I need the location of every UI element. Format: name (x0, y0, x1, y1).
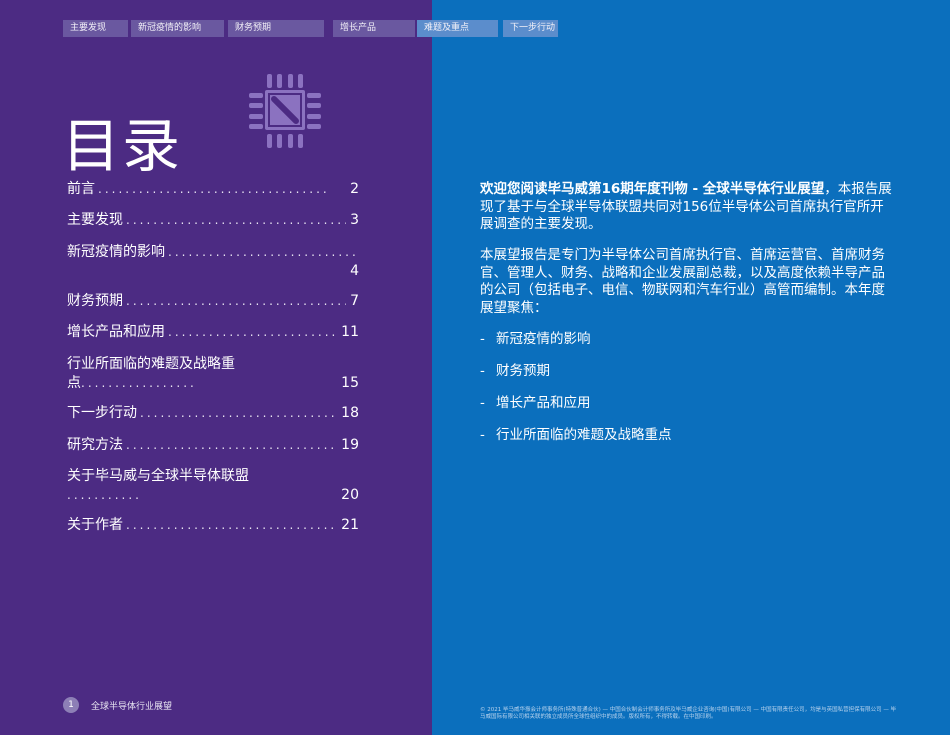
tab-financial-outlook[interactable]: 财务预期 (228, 20, 324, 37)
tab-growth-products[interactable]: 增长产品 (333, 20, 415, 37)
tab-challenges[interactable]: 难题及重点 (417, 20, 498, 37)
scope-paragraph: 本展望报告是专门为半导体公司首席执行官、首席运营官、首席财务官、管理人、财务、战… (480, 247, 885, 316)
toc-page: 7 (350, 293, 359, 309)
page-footer: 1 全球半导体行业展望 (63, 697, 172, 713)
toc-label: 关于作者 (67, 517, 123, 533)
list-item: - 新冠疫情的影响 (480, 331, 591, 347)
toc-label: 财务预期 (67, 293, 123, 309)
toc-item-challenges[interactable]: 行业所面临的难题及战略重 点................. 15 (67, 355, 359, 393)
toc-label: 新冠疫情的影响 (67, 244, 165, 260)
toc-page: 20 (341, 487, 359, 503)
toc-item-next-steps[interactable]: 下一步行动..................................1… (67, 404, 359, 423)
toc-item-covid-impact[interactable]: 新冠疫情的影响.................................… (67, 243, 359, 281)
tab-next-steps[interactable]: 下一步行动 (503, 20, 558, 37)
page-number-badge: 1 (63, 697, 79, 713)
toc-page: 4 (350, 263, 359, 279)
toc-label-cont: 点 (67, 375, 81, 391)
toc-item-growth-products[interactable]: 增长产品和应用.................................… (67, 323, 359, 342)
toc-page: 2 (350, 181, 359, 197)
toc-label: 增长产品和应用 (67, 324, 165, 340)
chip-icon (249, 74, 321, 148)
list-item: - 财务预期 (480, 363, 550, 379)
toc-label: 研究方法 (67, 437, 123, 453)
toc-page: 3 (350, 212, 359, 228)
toc-item-key-findings[interactable]: 主要发现.................................. 3 (67, 211, 359, 230)
legal-notice: © 2021 毕马威华振会计师事务所(特殊普通合伙) — 中国合伙制会计师事务所… (480, 707, 897, 720)
list-item: - 行业所面临的难题及战略重点 (480, 427, 672, 443)
toc-label: 前言 (67, 181, 95, 197)
toc-label: 主要发现 (67, 212, 123, 228)
toc-label: 关于毕马威与全球半导体联盟 (67, 468, 249, 484)
tab-key-findings[interactable]: 主要发现 (63, 20, 128, 37)
toc-item-foreword[interactable]: 前言.................................. 2 (67, 180, 359, 199)
toc-page: 19 (341, 437, 359, 453)
list-item: - 增长产品和应用 (480, 395, 591, 411)
toc-item-about-kpmg-gsa[interactable]: 关于毕马威与全球半导体联盟 ........... 20 (67, 467, 359, 505)
toc-page: 21 (341, 517, 359, 533)
page-title: 目录 (62, 111, 183, 180)
toc-page: 11 (341, 324, 359, 340)
toc-page: 18 (341, 405, 359, 421)
intro-bold: 欢迎您阅读毕马威第16期年度刊物 - 全球半导体行业展望 (480, 181, 825, 197)
toc-label: 下一步行动 (67, 405, 137, 421)
toc-item-about-authors[interactable]: 关于作者.................................. 21 (67, 516, 359, 535)
publication-name: 全球半导体行业展望 (91, 701, 173, 712)
toc-label: 行业所面临的难题及战略重 (67, 356, 235, 372)
toc-item-financial-outlook[interactable]: 财务预期.................................. 7 (67, 292, 359, 311)
toc-item-methodology[interactable]: 研究方法.................................. 19 (67, 436, 359, 455)
intro-paragraph: 欢迎您阅读毕马威第16期年度刊物 - 全球半导体行业展望，本报告展现了基于与全球… (480, 181, 895, 234)
toc-page: 15 (341, 375, 359, 391)
tab-covid-impact[interactable]: 新冠疫情的影响 (131, 20, 224, 37)
